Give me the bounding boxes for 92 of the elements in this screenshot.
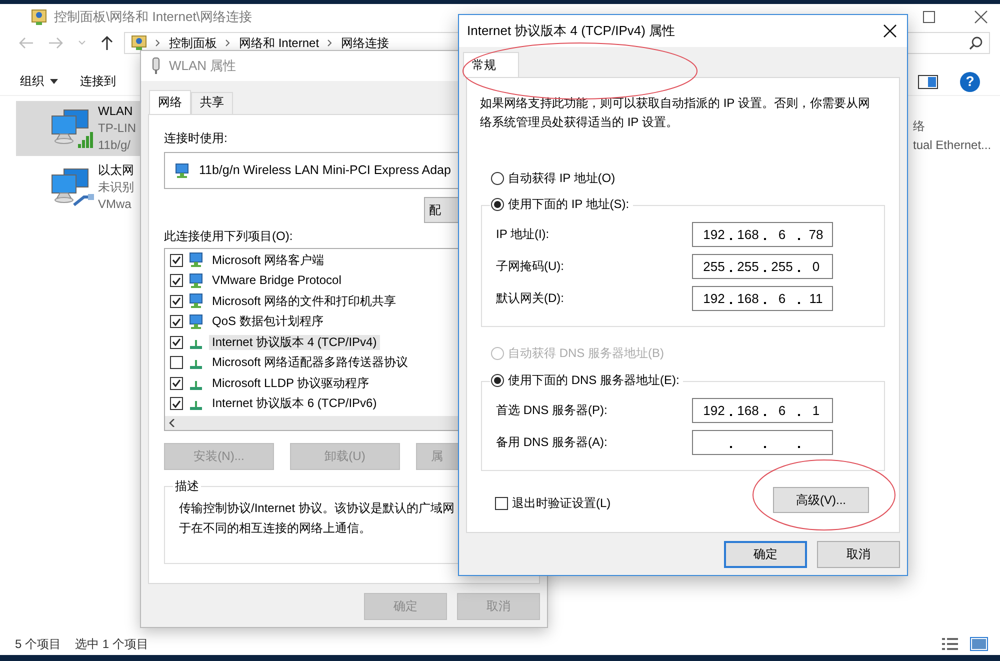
monitor-icon (189, 293, 203, 310)
maximize-icon[interactable] (922, 10, 936, 24)
chevron-icon (225, 39, 231, 47)
field-label: 默认网关(D): (496, 291, 565, 306)
connection-detail: 11b/g/ (98, 136, 132, 154)
connection-detail: tual Ethernet... (913, 136, 992, 154)
list-item[interactable]: Microsoft 网络适配器多路传送器协议 (209, 355, 412, 370)
network-protocol-icon (190, 340, 202, 349)
chevron-icon (327, 39, 334, 47)
connection-tile[interactable]: 以太网 未识别 VMwa (16, 160, 140, 215)
dialog-button[interactable]: 确定 (724, 541, 807, 568)
field-label: 连接时使用: (164, 131, 228, 146)
breadcrumb-item[interactable]: 控制面板 (169, 36, 217, 50)
ip-address-field[interactable]: 192 168 6 1 (692, 398, 833, 424)
status-text: 5 个项目 (15, 636, 62, 652)
radio-option[interactable]: 自动获得 IP 地址(O) (491, 171, 899, 186)
list-item[interactable]: Microsoft LLDP 协议驱动程序 (209, 376, 372, 391)
breadcrumb-item[interactable]: 网络连接 (341, 36, 390, 50)
dialog-button[interactable]: 取消 (817, 541, 900, 568)
status-text: 选中 1 个项目 (75, 636, 148, 652)
connection-detail: VMwa (98, 196, 132, 213)
control-panel-icon (30, 8, 48, 26)
tab[interactable]: 网络 (149, 90, 191, 114)
field-label: IP 地址(I): (496, 227, 550, 242)
monitor-icon (189, 314, 203, 330)
preview-pane-icon[interactable] (918, 74, 938, 88)
close-icon[interactable] (883, 24, 897, 38)
field-label: 备用 DNS 服务器(A): (496, 435, 608, 450)
checkbox[interactable] (170, 274, 183, 288)
help-button[interactable]: ? (960, 72, 980, 92)
connection-name: WLAN (98, 103, 134, 120)
list-item[interactable]: Internet 协议版本 4 (TCP/IPv4) (209, 334, 380, 350)
check-icon (172, 256, 181, 264)
checkbox[interactable] (170, 336, 183, 349)
close-icon[interactable] (974, 10, 988, 24)
list-item[interactable]: Microsoft 网络客户端 (209, 252, 328, 268)
group-label: 描述 (173, 479, 201, 494)
check-icon (172, 338, 181, 346)
connection-tile[interactable]: WLAN TP-LIN 11b/g/ (16, 101, 140, 156)
field-label: 首选 DNS 服务器(P): (496, 403, 608, 418)
breadcrumb-item[interactable]: 网络和 Internet (239, 36, 320, 50)
advanced-button[interactable]: 高级(V)... (773, 487, 869, 514)
adapter-icon (151, 57, 161, 75)
list-item[interactable]: VMware Bridge Protocol (209, 273, 344, 288)
checkbox[interactable] (170, 315, 183, 328)
description-text: 传输控制协议/Internet 协议。该协议是默认的广域网 于在不同的相互连接的网络上通信。 (179, 500, 454, 537)
connection-detail: TP-LIN (98, 120, 136, 137)
window-title: 控制面板\网络和 Internet\网络连接 (54, 8, 252, 26)
tab[interactable]: 常规 (463, 52, 519, 77)
network-protocol-icon (190, 360, 202, 370)
field-label: 子网掩码(U): (496, 259, 565, 274)
monitor-icon (189, 252, 203, 268)
dialog-title: Internet 协议版本 4 (TCP/IPv4) 属性 (467, 22, 676, 40)
chevron-icon (155, 39, 161, 47)
field-label: 此连接使用下列项目(O): (164, 229, 293, 244)
toolbar-button[interactable]: 组织 (20, 72, 58, 91)
control-panel-icon (131, 35, 147, 51)
list-item[interactable]: Internet 协议版本 6 (TCP/IPv6) (209, 396, 380, 412)
connection-name: 以太网 (98, 162, 134, 180)
monitor-icon (175, 162, 189, 178)
search-icon (969, 36, 983, 50)
details-view-icon[interactable] (942, 637, 958, 651)
checkbox[interactable] (170, 376, 183, 390)
tab[interactable]: 共享 (191, 92, 233, 114)
ip-address-field[interactable] (692, 430, 833, 456)
list-item[interactable]: QoS 数据包计划程序 (209, 314, 326, 330)
network-protocol-icon (190, 401, 202, 410)
connection-detail: 未识别 (98, 179, 134, 196)
checkbox[interactable] (170, 294, 183, 308)
ip-address-field[interactable]: 192 168 6 78 (692, 222, 833, 248)
checkbox-option[interactable]: 退出时验证设置(L) (495, 496, 611, 511)
list-item[interactable]: Microsoft 网络的文件和打印机共享 (209, 294, 400, 309)
connection-name: 络 (913, 118, 926, 135)
network-protocol-icon (190, 380, 202, 390)
ip-address-field[interactable]: 192 168 6 11 (692, 286, 833, 312)
check-icon (172, 379, 181, 388)
monitor-icon (189, 272, 203, 289)
check-icon (172, 318, 181, 326)
dialog-title: WLAN 属性 (169, 58, 236, 74)
check-icon (172, 276, 181, 285)
adapter-name: 11b/g/n Wireless LAN Mini-PCI Express Adap (199, 162, 451, 178)
network-monitor-icon (50, 108, 94, 150)
check-icon (172, 297, 181, 306)
up-arrow-icon[interactable] (100, 35, 114, 51)
checkbox[interactable] (170, 254, 183, 267)
checkbox[interactable] (170, 397, 183, 410)
toolbar-button[interactable]: 连接到 (80, 72, 116, 91)
large-icons-view-icon[interactable] (970, 637, 988, 651)
ip-address-field[interactable]: 255 255 255 0 (692, 254, 833, 280)
network-monitor-icon (50, 166, 94, 208)
check-icon (172, 400, 181, 408)
checkbox[interactable] (170, 356, 183, 370)
